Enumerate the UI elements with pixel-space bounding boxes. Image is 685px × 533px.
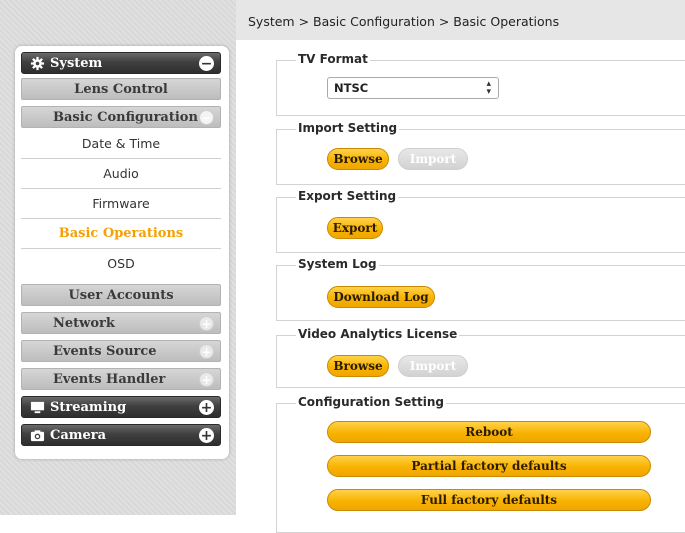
section-title: Import Setting — [296, 121, 400, 135]
submenu-item-osd[interactable]: OSD — [21, 249, 221, 278]
tv-format-select[interactable]: NTSC ▴ ▾ — [327, 77, 499, 99]
section-system-log: System Log Download Log — [276, 257, 685, 321]
section-title: Configuration Setting — [296, 395, 446, 409]
menu-item-basic-configuration[interactable]: Basic Configuration − — [21, 106, 221, 128]
submenu-item-firmware[interactable]: Firmware — [21, 189, 221, 219]
submenu-item-audio[interactable]: Audio — [21, 159, 221, 189]
menu-item-system[interactable]: System − — [21, 52, 221, 74]
tv-format-value: NTSC — [334, 81, 369, 95]
select-arrows-icon: ▴ ▾ — [486, 79, 491, 97]
menu-item-events-source[interactable]: Events Source + — [21, 340, 221, 362]
download-log-button[interactable]: Download Log — [327, 286, 435, 308]
collapse-icon[interactable]: − — [199, 110, 214, 125]
expand-icon[interactable]: + — [199, 344, 214, 359]
browse-button[interactable]: Browse — [327, 355, 389, 377]
submenu-item-date-time[interactable]: Date & Time — [21, 129, 221, 159]
menu-item-network-label: Network — [53, 316, 115, 331]
menu-item-lens-control[interactable]: Lens Control — [21, 78, 221, 100]
gear-icon — [30, 56, 45, 71]
expand-icon[interactable]: + — [199, 400, 214, 415]
export-button[interactable]: Export — [327, 217, 383, 239]
section-tv-format: TV Format NTSC ▴ ▾ — [276, 52, 685, 116]
import-button[interactable]: Import — [398, 355, 468, 377]
import-button[interactable]: Import — [398, 148, 468, 170]
submenu-item-basic-operations[interactable]: Basic Operations — [21, 219, 221, 249]
menu-item-lens-control-label: Lens Control — [74, 82, 168, 97]
menu-item-events-handler-label: Events Handler — [53, 372, 166, 387]
section-video-analytics-license: Video Analytics License Browse Import — [276, 327, 685, 388]
section-import-setting: Import Setting Browse Import — [276, 121, 685, 185]
navigation-menu: System − Lens Control Basic Configuratio… — [15, 46, 229, 459]
reboot-button[interactable]: Reboot — [327, 421, 651, 443]
section-title: System Log — [296, 257, 379, 271]
section-title: Export Setting — [296, 189, 399, 203]
partial-factory-defaults-button[interactable]: Partial factory defaults — [327, 455, 651, 477]
section-title: TV Format — [296, 52, 370, 66]
menu-item-camera[interactable]: Camera + — [21, 424, 221, 446]
menu-item-streaming-label: Streaming — [50, 400, 127, 415]
menu-item-streaming[interactable]: Streaming + — [21, 396, 221, 418]
menu-item-system-label: System — [50, 56, 103, 71]
camera-icon — [30, 430, 45, 442]
menu-item-camera-label: Camera — [50, 428, 107, 443]
menu-item-events-source-label: Events Source — [53, 344, 157, 359]
expand-icon[interactable]: + — [199, 372, 214, 387]
section-configuration-setting: Configuration Setting Reboot Partial fac… — [276, 395, 685, 533]
section-title: Video Analytics License — [296, 327, 460, 341]
menu-item-user-accounts-label: User Accounts — [68, 288, 174, 303]
menu-item-network[interactable]: Network + — [21, 312, 221, 334]
collapse-icon[interactable]: − — [199, 56, 214, 71]
browse-button[interactable]: Browse — [327, 148, 389, 170]
menu-item-events-handler[interactable]: Events Handler + — [21, 368, 221, 390]
menu-item-user-accounts[interactable]: User Accounts — [21, 284, 221, 306]
monitor-icon — [30, 401, 45, 414]
section-export-setting: Export Setting Export — [276, 189, 685, 253]
expand-icon[interactable]: + — [199, 428, 214, 443]
menu-item-basic-configuration-label: Basic Configuration — [53, 110, 198, 125]
breadcrumb: System > Basic Configuration > Basic Ope… — [248, 14, 560, 29]
expand-icon[interactable]: + — [199, 316, 214, 331]
full-factory-defaults-button[interactable]: Full factory defaults — [327, 489, 651, 511]
